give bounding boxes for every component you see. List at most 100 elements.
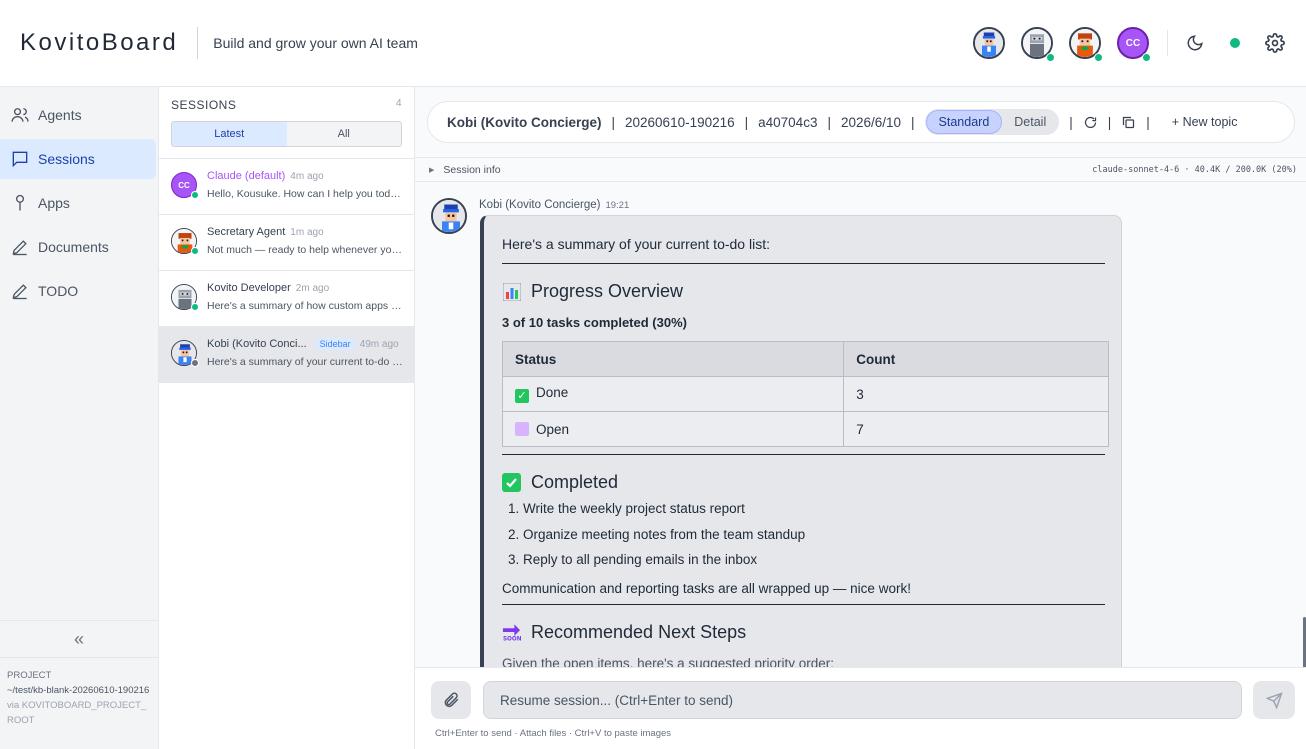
table-header: Status (501, 341, 845, 377)
agent-avatar-secretary[interactable] (1069, 27, 1103, 62)
nav-item-agents[interactable]: Agents (0, 95, 156, 135)
assistant-message: Here's a summary of your current to-do l… (480, 215, 1122, 667)
header-divider (1167, 30, 1168, 56)
session-name: Kobi (Kovito Conci... (207, 338, 307, 350)
session-info-label: Session info (443, 163, 501, 176)
composer-hint: Ctrl+Enter to send · Attach files · Ctrl… (435, 728, 672, 739)
message-list[interactable]: Kobi (Kovito Concierge) 19:21 Here's a su… (415, 183, 1306, 667)
agent-avatar-kobi[interactable] (973, 27, 1005, 59)
session-preview: Here's a summary of how custom apps work… (207, 300, 403, 312)
offline-indicator (191, 359, 199, 367)
chat-main: Kobi (Kovito Concierge) | 20260610-19021… (415, 87, 1306, 749)
topic-bar: Kobi (Kovito Concierge) | 20260610-19021… (427, 101, 1295, 143)
session-item-developer[interactable]: Kovito Developer 2m ago Here's a summary… (159, 271, 414, 327)
progress-heading: Progress Overview (502, 281, 1105, 302)
avatar: CC (171, 172, 199, 199)
status-open: Open (536, 421, 570, 437)
topic-date: 2026/6/10 (840, 114, 902, 130)
svg-text:SOON: SOON (503, 636, 521, 641)
session-item-claude[interactable]: CC Claude (default) 4m ago Hello, Kousuk… (159, 159, 414, 215)
check-box-icon (502, 473, 521, 492)
left-nav: Agents Sessions Apps Documents TODO « PR… (0, 87, 159, 749)
message-header: Kobi (Kovito Concierge) 19:21 (479, 199, 629, 211)
copy-icon[interactable] (1121, 115, 1136, 130)
composer: Resume session... (Ctrl+Enter to send) C… (415, 667, 1306, 749)
separator: | (1146, 114, 1150, 130)
nav-item-documents[interactable]: Documents (0, 227, 156, 267)
progress-summary: 3 of 10 tasks completed (30%) (502, 315, 687, 330)
sidebar-badge: Sidebar (315, 338, 355, 350)
connection-status-dot (1230, 38, 1240, 48)
online-indicator (1142, 53, 1151, 62)
online-indicator (191, 191, 199, 199)
session-time: 4m ago (290, 170, 324, 182)
session-time: 1m ago (290, 226, 324, 238)
session-info-toggle[interactable]: ▶ Session info claude-sonnet-4-6 · 40.4K… (415, 157, 1306, 182)
nav-item-todo[interactable]: TODO (0, 271, 156, 311)
completed-heading: Completed (502, 472, 1105, 493)
status-done: Done (536, 385, 569, 400)
message-input[interactable]: Resume session... (Ctrl+Enter to send) (483, 681, 1242, 719)
divider (502, 263, 1105, 264)
list-item: Organize meeting notes from the team sta… (523, 527, 1105, 553)
top-header: KovitoBoard Build and grow your own AI t… (0, 0, 1306, 87)
table-row: ✓ Done 3 (501, 376, 1109, 412)
progress-heading-text: Progress Overview (531, 281, 684, 301)
agent-avatar-claude[interactable]: CC (1117, 27, 1151, 62)
users-icon (11, 108, 29, 122)
online-indicator (191, 303, 199, 311)
table-row: Open 7 (501, 411, 1109, 447)
sessions-header: SESSIONS 4 Latest All (159, 87, 414, 159)
view-standard-button[interactable]: Standard (925, 110, 1003, 134)
soon-arrow-icon: SOON (502, 623, 521, 642)
send-button[interactable] (1253, 681, 1295, 719)
online-indicator (1094, 53, 1103, 62)
pencil-icon (12, 240, 27, 256)
separator: | (744, 114, 749, 130)
session-time: 49m ago (359, 338, 399, 350)
avatar (171, 284, 199, 311)
kobi-avatar-icon (973, 27, 1005, 59)
new-topic-button[interactable]: + New topic (1172, 115, 1238, 129)
nav-label: Sessions (38, 151, 95, 167)
tab-latest[interactable]: Latest (172, 122, 287, 146)
table-cell: 3 (843, 376, 1109, 412)
project-label: PROJECT (7, 670, 52, 681)
session-item-secretary[interactable]: Secretary Agent 1m ago Not much — ready … (159, 215, 414, 271)
project-path: ~/test/kb-blank-20260610-190216 (7, 685, 150, 696)
separator: | (1069, 114, 1073, 130)
agent-avatar-developer[interactable] (1021, 27, 1055, 62)
tab-all[interactable]: All (287, 122, 402, 146)
brand-divider (197, 27, 199, 59)
nav-label: Agents (38, 107, 82, 123)
new-topic-label: New topic (1182, 115, 1238, 129)
avatar (171, 340, 199, 367)
project-via: via KOVITOBOARD_PROJECT_ROOT (7, 700, 147, 726)
bar-chart-icon (502, 282, 521, 301)
nav-item-apps[interactable]: Apps (0, 183, 156, 223)
nav-item-sessions[interactable]: Sessions (0, 139, 156, 179)
separator: | (611, 114, 616, 130)
separator: | (1107, 114, 1112, 130)
session-time: 2m ago (295, 282, 330, 294)
attach-button[interactable] (431, 681, 471, 719)
triangle-right-icon: ▶ (429, 166, 435, 174)
purple-square-icon (515, 421, 529, 436)
moon-icon[interactable] (1184, 32, 1206, 54)
session-preview: Not much — ready to help whenever you ne… (207, 244, 403, 256)
message-author: Kobi (Kovito Concierge) (479, 199, 601, 211)
sessions-panel: SESSIONS 4 Latest All CC Claude (default… (159, 87, 415, 749)
divider (502, 454, 1105, 455)
view-detail-button[interactable]: Detail (1002, 110, 1058, 134)
sessions-filter: Latest All (171, 121, 402, 147)
session-name: Secretary Agent (207, 226, 286, 238)
model-usage: claude-sonnet-4-6 · 40.4K / 200.0K (20%) (1092, 164, 1297, 175)
session-item-kobi[interactable]: Kobi (Kovito Conci... Sidebar 49m ago He… (159, 327, 414, 383)
collapse-sidebar-button[interactable]: « (0, 620, 158, 657)
table-cell: 7 (843, 411, 1109, 447)
brand-logo[interactable]: KovitoBoard (20, 29, 178, 57)
gear-icon[interactable] (1264, 32, 1286, 54)
refresh-icon[interactable] (1083, 115, 1098, 130)
paperclip-icon (444, 692, 459, 708)
table-cell: ✓ Done (501, 376, 845, 412)
